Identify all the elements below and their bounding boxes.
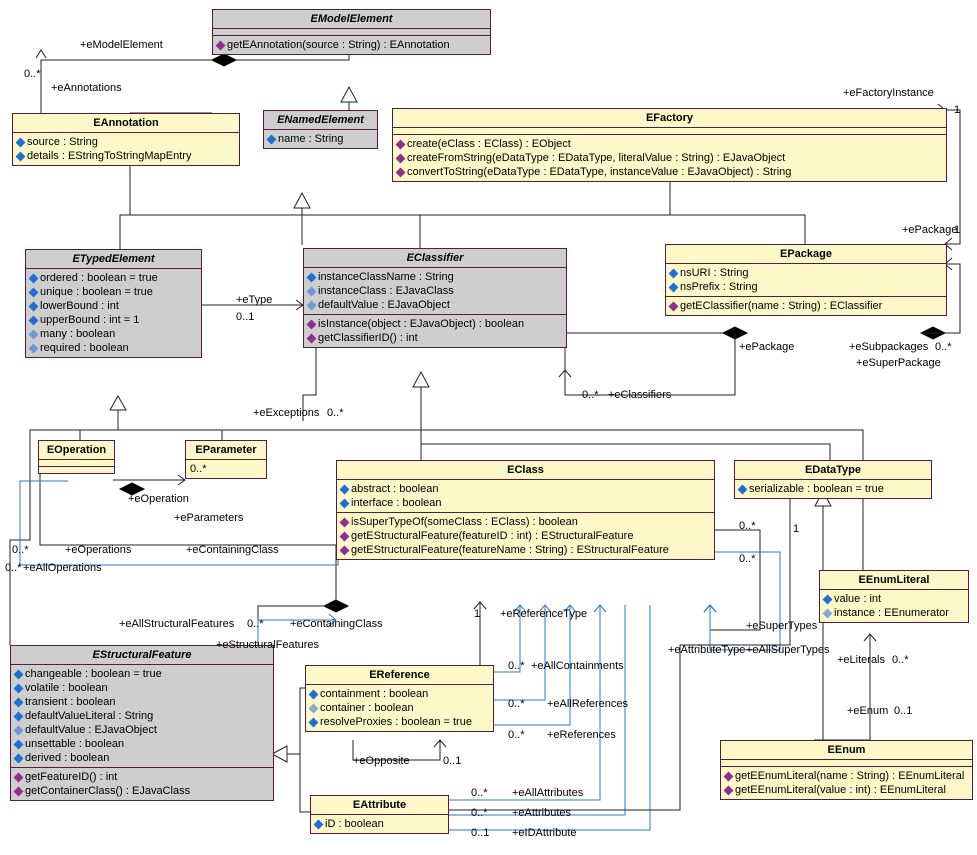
lbl-eSuperTypes: +eSuperTypes: [746, 620, 817, 632]
operation-icon: [216, 40, 226, 50]
lbl-eReferences: +eReferences: [547, 729, 616, 741]
lbl-m01d: 0..1: [894, 705, 912, 717]
lbl-m0s10: 0..*: [508, 660, 525, 672]
lbl-m01b: 0..1: [443, 755, 461, 767]
class-EAttribute: EAttribute iD : boolean: [310, 795, 449, 834]
lbl-m0s12: 0..*: [508, 729, 525, 741]
class-EEnum: EEnum getEEnumLiteral(name : String) : E…: [720, 740, 973, 800]
class-EPackage: EPackage nsURI : String nsPrefix : Strin…: [665, 244, 947, 316]
lbl-eSuperPackage: +eSuperPackage: [856, 357, 941, 369]
lbl-eIDAttribute: +eIDAttribute: [512, 827, 577, 839]
class-ENamedElement: ENamedElement name : String: [263, 110, 378, 149]
lbl-m0s7: 0..*: [247, 618, 264, 630]
lbl-eAllAttributes: +eAllAttributes: [512, 787, 583, 799]
lbl-m0s6: 0..*: [5, 562, 22, 574]
lbl-eEnum: +eEnum: [847, 705, 888, 717]
lbl-eReferenceType: +eReferenceType: [500, 608, 587, 620]
lbl-one4: 1: [793, 523, 799, 535]
class-EAnnotation: EAnnotation source : String details : ES…: [12, 113, 240, 166]
lbl-eSubpackages: +eSubpackages: [849, 341, 928, 353]
class-EClass: EClass abstract : boolean interface : bo…: [336, 460, 715, 560]
class-EModelElement: EModelElement getEAnnotation(source : St…: [212, 9, 491, 55]
lbl-eAttributes: +eAttributes: [512, 807, 571, 819]
lbl-m0s2: 0..*: [935, 341, 952, 353]
lbl-eStructuralFeatures: +eStructuralFeatures: [216, 639, 319, 651]
lbl-eAttributeType: +eAttributeType: [668, 644, 745, 656]
lbl-eAllSuperTypes: +eAllSuperTypes: [746, 644, 829, 656]
lbl-eAnnotations: +eAnnotations: [51, 82, 122, 94]
lbl-m0s13: 0..*: [471, 787, 488, 799]
lbl-eOperation: +eOperation: [128, 493, 189, 505]
class-EStructuralFeature: EStructuralFeature changeable : boolean …: [10, 645, 274, 801]
lbl-m0s3: 0..*: [582, 389, 599, 401]
lbl-ePackage2: +ePackage: [902, 224, 957, 236]
lbl-m0s14: 0..*: [471, 807, 488, 819]
lbl-m0s15: 0..*: [892, 654, 909, 666]
lbl-eAllContainments: +eAllContainments: [531, 660, 624, 672]
class-EEnumLiteral: EEnumLiteral value : int instance : EEnu…: [819, 570, 969, 623]
lbl-m0s11: 0..*: [508, 698, 525, 710]
lbl-eExceptions: +eExceptions: [253, 407, 319, 419]
lbl-eClassifiers: +eClassifiers: [608, 389, 671, 401]
lbl-eType: +eType: [236, 294, 272, 306]
lbl-m0s5: 0..*: [12, 544, 29, 556]
class-EClassifier: EClassifier instanceClassName : String i…: [303, 248, 567, 348]
lbl-one3: 1: [474, 608, 480, 620]
lbl-one: 1: [954, 104, 960, 116]
class-EFactory: EFactory create(eClass : EClass) : EObje…: [392, 108, 947, 182]
lbl-eContainingClass2: +eContainingClass: [290, 618, 383, 630]
lbl-m0s: 0..*: [24, 68, 41, 80]
class-EReference: EReference containment : boolean contain…: [305, 665, 494, 732]
lbl-eFactoryInstance: +eFactoryInstance: [843, 87, 934, 99]
lbl-eAllOperations: +eAllOperations: [23, 562, 102, 574]
lbl-ePackage: +ePackage: [739, 341, 794, 353]
class-title: EModelElement: [213, 10, 490, 29]
lbl-eParameters: +eParameters: [174, 512, 243, 524]
class-ETypedElement: ETypedElement ordered : boolean = true u…: [25, 249, 202, 358]
lbl-eOperations: +eOperations: [65, 544, 131, 556]
class-EParameter: EParameter 0..*: [185, 440, 267, 479]
lbl-eOpposite: +eOpposite: [353, 755, 410, 767]
lbl-eAllStructuralFeatures: +eAllStructuralFeatures: [119, 618, 234, 630]
lbl-eContainingClass: +eContainingClass: [186, 544, 279, 556]
lbl-m0s9: 0..*: [739, 520, 756, 532]
class-EDataType: EDataType serializable : boolean = true: [734, 460, 932, 499]
lbl-eModelElement: +eModelElement: [80, 39, 163, 51]
lbl-m01c: 0..1: [471, 827, 489, 839]
lbl-eAllReferences: +eAllReferences: [547, 698, 628, 710]
lbl-m0s8: 0..*: [739, 553, 756, 565]
lbl-m01: 0..1: [236, 311, 254, 323]
lbl-eLiterals: +eLiterals: [837, 654, 885, 666]
class-EOperation: EOperation: [38, 440, 115, 474]
lbl-m0s4: 0..*: [327, 407, 344, 419]
